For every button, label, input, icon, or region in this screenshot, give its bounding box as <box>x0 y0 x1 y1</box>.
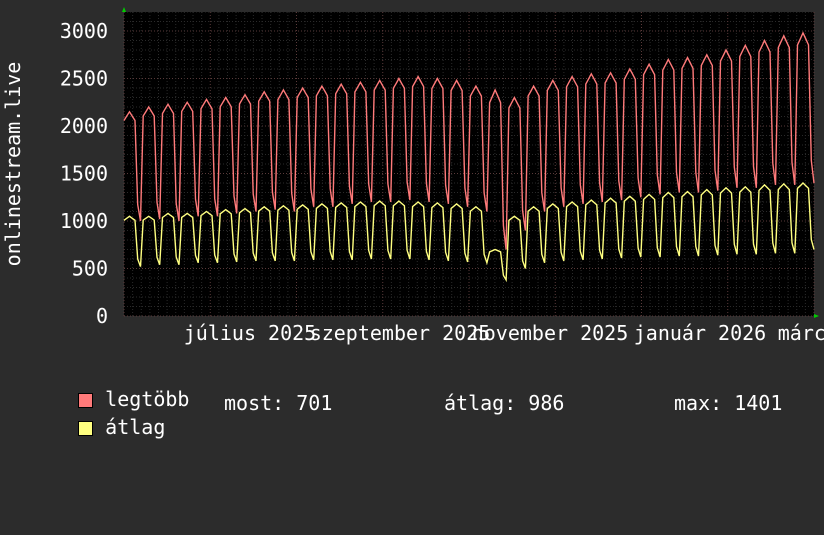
x-ticks: július 2025szeptember 2025november 2025 j… <box>184 321 824 345</box>
x-tick-label: november 2025 <box>472 321 629 345</box>
y-tick-label: 1500 <box>60 162 108 186</box>
legend-label-atlag: átlag <box>105 415 166 439</box>
y-tick-label: 2500 <box>60 67 108 91</box>
x-tick-label: július 2025 <box>184 321 316 345</box>
x-axis-arrow <box>814 314 819 318</box>
stat-max: max: 1401 <box>674 391 783 415</box>
y-tick-label: 1000 <box>60 209 108 233</box>
legend-item-atlag: átlag most: 701 átlag: 986 max: 1401 <box>30 391 820 535</box>
stat-atlag: átlag: 986 <box>444 391 565 415</box>
x-tick-label: január 2026 <box>634 321 766 345</box>
y-tick-label: 500 <box>72 257 108 281</box>
x-tick-label: március 2026 <box>778 321 824 345</box>
stat-most: most: 701 <box>224 391 333 415</box>
y-axis-arrow <box>122 7 126 12</box>
y-tick-label: 0 <box>96 304 108 328</box>
y-tick-label: 2000 <box>60 114 108 138</box>
y-ticks: 0 500 1000 1500 2000 2500 3000 <box>60 19 108 328</box>
y-axis-label: onlinestream.live <box>1 62 25 267</box>
y-tick-label: 3000 <box>60 19 108 43</box>
chart-stage: 0 500 1000 1500 2000 2500 3000 július 2025 szep… <box>0 0 824 439</box>
legend-swatch-atlag <box>78 421 94 436</box>
x-tick-label: szeptember 2025 <box>310 321 491 345</box>
